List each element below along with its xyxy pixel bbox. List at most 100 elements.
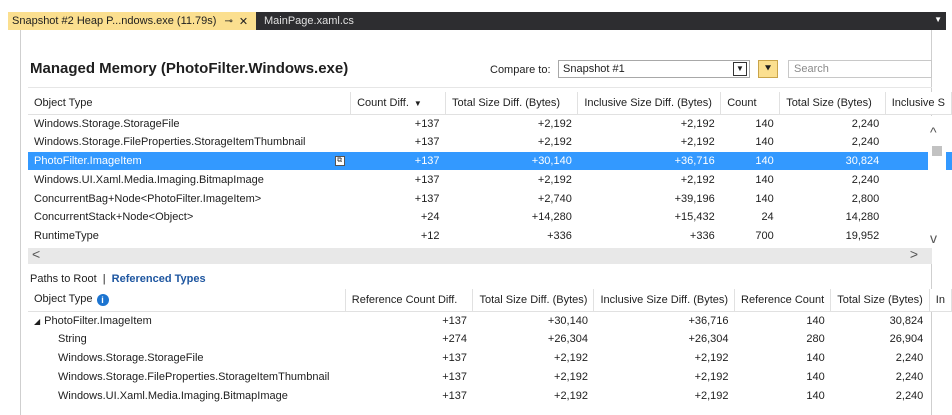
column-header-object-type[interactable]: Object Type i xyxy=(28,289,346,312)
cell-count-diff: +137 xyxy=(414,136,440,149)
cell-total-size-diff: +2,192 xyxy=(537,173,572,186)
referenced-types-table: Object Type i Reference Count Diff. Total… xyxy=(28,289,952,405)
cell-total-size: 26,904 xyxy=(889,333,924,346)
column-header-reference-count[interactable]: Reference Count xyxy=(734,289,832,312)
table-row[interactable]: Windows.Storage.FileProperties.StorageIt… xyxy=(28,367,952,386)
cell-object-type: String xyxy=(58,333,87,346)
cell-reference-count: 280 xyxy=(806,333,825,346)
object-type-table: Object Type Count Diff. ▼ Total Size Diff… xyxy=(28,92,952,246)
cell-object-type: RuntimeType xyxy=(34,230,99,243)
cell-object-type-label: PhotoFilter.ImageItem xyxy=(44,314,152,327)
cell-inclusive-size xyxy=(929,367,951,386)
cell-total-size: 2,240 xyxy=(895,370,924,383)
collapse-icon[interactable]: ◢ xyxy=(34,317,40,326)
cell-count-diff: +137 xyxy=(414,192,440,205)
filter-button[interactable]: ⯆ xyxy=(758,60,778,78)
scroll-right-icon[interactable]: > xyxy=(910,246,918,262)
cell-total-size: 2,240 xyxy=(851,136,880,149)
document-tab-strip: Snapshot #2 Heap P...ndows.exe (11.79s) … xyxy=(8,12,946,30)
tab-separator: | xyxy=(102,273,106,285)
column-header-total-size-diff[interactable]: Total Size Diff. (Bytes) xyxy=(472,289,595,312)
table-row[interactable]: Windows.Storage.StorageFile +137 +2,192 … xyxy=(28,349,952,368)
column-header-total-size[interactable]: Total Size (Bytes) xyxy=(830,289,930,312)
cell-object-type: Windows.Storage.StorageFile xyxy=(58,351,204,364)
cell-inclusive-size-diff: +2,192 xyxy=(680,173,715,186)
table-row-selected[interactable]: PhotoFilter.ImageItem ⧉ +137 +30,140 +36… xyxy=(28,151,952,171)
cell-reference-count-diff: +137 xyxy=(442,370,467,383)
table-header-row: Object Type Count Diff. ▼ Total Size Diff… xyxy=(28,92,952,115)
horizontal-scrollbar[interactable]: < > xyxy=(28,246,932,264)
cell-count: 140 xyxy=(755,117,774,130)
table-row[interactable]: Windows.Storage.FileProperties.StorageIt… xyxy=(28,133,952,152)
compare-to-select[interactable]: Snapshot #1 ▼ xyxy=(558,60,750,78)
column-header-total-size[interactable]: Total Size (Bytes) xyxy=(779,92,886,115)
cell-inclusive-size-diff: +2,192 xyxy=(694,389,729,402)
cell-count: 700 xyxy=(755,230,774,243)
search-input[interactable]: Search xyxy=(788,60,932,78)
column-header-count-diff[interactable]: Count Diff. ▼ xyxy=(350,92,447,115)
cell-count: 140 xyxy=(755,192,774,205)
table-row[interactable]: ConcurrentStack+Node<Object> +24 +14,280… xyxy=(28,208,952,227)
cell-inclusive-size-diff: +39,196 xyxy=(674,192,715,205)
tab-snapshot-heap[interactable]: Snapshot #2 Heap P...ndows.exe (11.79s) … xyxy=(8,12,256,30)
column-header-inclusive-size-diff[interactable]: Inclusive Size Diff. (Bytes) xyxy=(577,92,722,115)
cell-inclusive-size-diff: +36,716 xyxy=(577,151,721,171)
cell-object-type-label: PhotoFilter.ImageItem xyxy=(34,154,142,167)
cell-inclusive-size-diff: +336 xyxy=(689,230,715,243)
table-row[interactable]: RuntimeType +12 +336 +336 700 19,952 xyxy=(28,227,952,246)
cell-total-size: 19,952 xyxy=(845,230,880,243)
column-header-count[interactable]: Count xyxy=(720,92,781,115)
cell-total-size: 2,240 xyxy=(895,351,924,364)
column-header-total-size-diff[interactable]: Total Size Diff. (Bytes) xyxy=(445,92,579,115)
column-header-inclusive-size-diff[interactable]: Inclusive Size Diff. (Bytes) xyxy=(593,289,736,312)
cell-inclusive-size-diff: +2,192 xyxy=(694,370,729,383)
cell-inclusive-size-diff: +26,304 xyxy=(688,333,729,346)
info-icon[interactable]: i xyxy=(96,294,109,307)
scrollbar-thumb[interactable] xyxy=(932,146,942,156)
tab-mainpage-label: MainPage.xaml.cs xyxy=(264,15,354,27)
cell-reference-count-diff: +137 xyxy=(442,314,467,327)
cell-count: 140 xyxy=(755,173,774,186)
table-row[interactable]: ConcurrentBag+Node<PhotoFilter.ImageItem… xyxy=(28,189,952,208)
cell-total-size: 2,240 xyxy=(851,173,880,186)
close-icon[interactable]: ✕ xyxy=(239,15,248,28)
table-row[interactable]: Windows.UI.Xaml.Media.Imaging.BitmapImag… xyxy=(28,170,952,189)
cell-count-diff: +12 xyxy=(420,230,440,243)
column-header-reference-count-diff[interactable]: Reference Count Diff. xyxy=(345,289,474,312)
table-row[interactable]: Windows.UI.Xaml.Media.Imaging.BitmapImag… xyxy=(28,386,952,405)
go-to-source-icon[interactable]: ⧉ xyxy=(334,155,345,166)
cell-total-size: 14,280 xyxy=(845,211,880,224)
table-row[interactable]: ◢ PhotoFilter.ImageItem +137 +30,140 +36,… xyxy=(28,311,952,330)
cell-reference-count: 140 xyxy=(806,370,825,383)
chevron-down-icon[interactable]: ▼ xyxy=(733,62,747,76)
table-header-row: Object Type i Reference Count Diff. Total… xyxy=(28,289,952,312)
cell-total-size-diff: +2,192 xyxy=(554,370,588,383)
pin-icon[interactable]: ⊸ xyxy=(224,16,232,27)
scroll-left-icon[interactable]: < xyxy=(32,246,40,262)
cell-reference-count-diff: +137 xyxy=(442,351,467,364)
cell-total-size-diff: +14,280 xyxy=(531,211,572,224)
cell-object-type: ConcurrentBag+Node<PhotoFilter.ImageItem… xyxy=(34,192,262,205)
table-row[interactable]: String +274 +26,304 +26,304 280 26,904 xyxy=(28,330,952,349)
cell-total-size: 30,824 xyxy=(889,314,924,327)
column-header-object-type[interactable]: Object Type xyxy=(28,92,352,115)
column-header-inclusive-size[interactable]: In xyxy=(929,289,952,312)
vertical-scrollbar[interactable]: ^ v xyxy=(928,116,946,248)
cell-total-size-diff: +2,192 xyxy=(554,351,588,364)
column-header-label: Object Type xyxy=(34,293,93,306)
cell-object-type: Windows.UI.Xaml.Media.Imaging.BitmapImag… xyxy=(34,173,264,186)
cell-inclusive-size xyxy=(929,330,951,349)
scroll-up-icon[interactable]: ^ xyxy=(930,124,937,140)
scroll-down-icon[interactable]: v xyxy=(930,230,937,246)
table-row[interactable]: Windows.Storage.StorageFile +137 +2,192 … xyxy=(28,114,952,133)
column-header-inclusive-size[interactable]: Inclusive S xyxy=(885,92,952,115)
cell-count-diff: +24 xyxy=(420,211,440,224)
compare-to-label: Compare to: xyxy=(490,64,551,76)
tab-referenced-types[interactable]: Referenced Types xyxy=(112,273,206,285)
tab-mainpage-xaml-cs[interactable]: MainPage.xaml.cs xyxy=(260,12,354,30)
tab-paths-to-root[interactable]: Paths to Root xyxy=(30,273,97,285)
cell-count: 140 xyxy=(755,136,774,149)
tab-overflow-icon[interactable]: ▼ xyxy=(934,15,942,24)
cell-reference-count: 140 xyxy=(806,314,825,327)
cell-total-size: 2,800 xyxy=(851,192,880,205)
